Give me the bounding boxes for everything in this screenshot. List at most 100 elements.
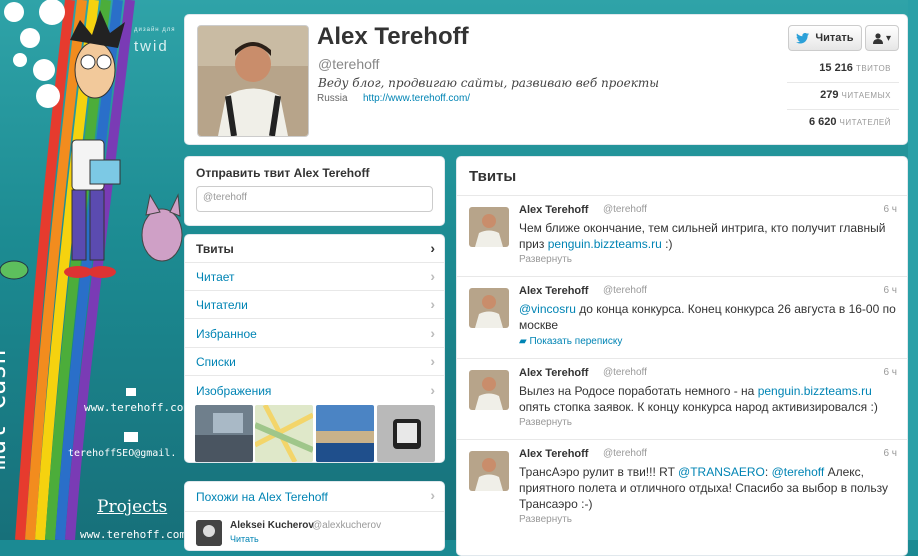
follow-button-label: Читать bbox=[815, 32, 854, 44]
tweets-count: 15 216 bbox=[819, 62, 853, 74]
avatar[interactable] bbox=[469, 207, 509, 247]
followers-count: 6 620 bbox=[808, 116, 837, 128]
tweets-count-label: ТВИТОВ bbox=[855, 64, 891, 73]
profile-card: Alex Terehoff @terehoff Веду блог, продв… bbox=[184, 14, 908, 145]
similar-follow-link[interactable]: Читать bbox=[230, 534, 259, 544]
tweet-timestamp[interactable]: 6 ч bbox=[883, 367, 897, 378]
followers-count-stat[interactable]: 6 620 ЧИТАТЕЛЕЙ bbox=[809, 116, 891, 128]
profile-avatar[interactable] bbox=[197, 25, 309, 137]
background-email: terehoffSEO@gmail. bbox=[68, 448, 177, 459]
tweet[interactable]: Alex Terehoff @terehoff 6 ч @vincosru до… bbox=[457, 277, 907, 359]
nav-item-label: Читатели bbox=[196, 298, 248, 312]
nav-item-label: Читает bbox=[196, 270, 235, 284]
image-thumbnail[interactable] bbox=[195, 405, 253, 462]
tweet-avatar-photo bbox=[469, 207, 509, 247]
tweet-author-name[interactable]: Alex Terehoff bbox=[519, 448, 588, 460]
nav-item-images[interactable]: Изображения › bbox=[185, 377, 444, 405]
nav-item-favorites[interactable]: Избранное › bbox=[185, 320, 444, 348]
stat-divider bbox=[787, 109, 899, 110]
tweet-author-name[interactable]: Alex Terehoff bbox=[519, 204, 588, 216]
profile-url-link[interactable]: http://www.terehoff.com/ bbox=[363, 93, 470, 104]
tweet-link[interactable]: penguin.bizzteams.ru bbox=[548, 237, 662, 251]
chevron-right-icon: › bbox=[430, 240, 435, 256]
nav-item-label: Твиты bbox=[196, 242, 234, 256]
profile-location: Russia bbox=[317, 93, 348, 104]
tweet-author-handle: @terehoff bbox=[603, 367, 647, 378]
nav-item-tweets[interactable]: Твиты › bbox=[185, 235, 444, 263]
show-conversation-link[interactable]: ▰ Показать переписку bbox=[519, 336, 622, 347]
tweet-timestamp[interactable]: 6 ч bbox=[883, 204, 897, 215]
chevron-right-icon: › bbox=[430, 325, 435, 341]
tweet-timestamp[interactable]: 6 ч bbox=[883, 448, 897, 459]
avatar[interactable] bbox=[196, 520, 222, 546]
tweet[interactable]: Alex Terehoff @terehoff 6 ч ТрансАэро ру… bbox=[457, 440, 907, 540]
brand-small-text: дизайн для bbox=[134, 27, 176, 33]
nav-item-lists[interactable]: Списки › bbox=[185, 348, 444, 376]
nav-item-followers[interactable]: Читатели › bbox=[185, 291, 444, 319]
cat-figure bbox=[141, 193, 183, 262]
chevron-right-icon: › bbox=[430, 487, 435, 503]
avatar[interactable] bbox=[469, 370, 509, 410]
tweet-timestamp[interactable]: 6 ч bbox=[883, 285, 897, 296]
profile-bio: Веду блог, продвигаю сайты, развиваю веб… bbox=[318, 76, 660, 90]
similar-user-handle: @alexkucherov bbox=[312, 520, 382, 531]
follow-button[interactable]: Читать bbox=[788, 25, 862, 51]
thumbnail-photo bbox=[195, 405, 253, 462]
similar-user-photo bbox=[196, 520, 222, 546]
tweet-text: Вылез на Родосе поработать немного - на … bbox=[519, 384, 878, 414]
tweet-link[interactable]: penguin.bizzteams.ru bbox=[758, 384, 872, 398]
nav-item-label: Избранное bbox=[196, 327, 257, 341]
compose-title: Отправить твит Alex Terehoff bbox=[196, 166, 370, 180]
tweet-expand-link[interactable]: Развернуть bbox=[519, 417, 572, 428]
tweet-text: ТрансАэро рулит в тви!!! RT @TRANSAERO: … bbox=[519, 465, 888, 511]
user-actions-button[interactable]: ▾ bbox=[865, 25, 899, 51]
profile-name: Alex Terehoff bbox=[317, 23, 469, 50]
similar-user-name[interactable]: Aleksei Kucherov bbox=[230, 520, 314, 531]
chevron-right-icon: › bbox=[430, 353, 435, 369]
compose-tweet-card: Отправить твит Alex Terehoff @terehoff bbox=[184, 156, 445, 226]
tweet-avatar-photo bbox=[469, 288, 509, 328]
tweet-mention-link[interactable]: @TRANSAERO bbox=[678, 465, 765, 479]
followers-count-label: ЧИТАТЕЛЕЙ bbox=[839, 118, 891, 127]
mouse-icon bbox=[0, 260, 29, 280]
tweet-author-name[interactable]: Alex Terehoff bbox=[519, 367, 588, 379]
tweet-mention-link[interactable]: @terehoff bbox=[772, 465, 825, 479]
chevron-right-icon: › bbox=[430, 296, 435, 312]
tweet-author-name[interactable]: Alex Terehoff bbox=[519, 285, 588, 297]
image-thumbnail[interactable] bbox=[377, 405, 435, 462]
chevron-right-icon: › bbox=[430, 268, 435, 284]
thumbnail-map bbox=[255, 405, 313, 462]
nav-item-label: Списки bbox=[196, 355, 236, 369]
tweet-expand-link[interactable]: Развернуть bbox=[519, 254, 572, 265]
tweet-author-handle: @terehoff bbox=[603, 285, 647, 296]
tweet-text: Чем ближе окончание, тем сильней интрига… bbox=[519, 221, 886, 251]
following-count-stat[interactable]: 279 ЧИТАЕМЫХ bbox=[820, 89, 891, 101]
image-thumbnail[interactable] bbox=[255, 405, 313, 462]
timeline-title: Твиты bbox=[469, 168, 517, 185]
page-edge-strip bbox=[908, 0, 918, 540]
profile-handle: @terehoff bbox=[318, 56, 380, 72]
tweets-timeline: Твиты Alex Terehoff @terehoff 6 ч Чем бл… bbox=[456, 156, 908, 556]
similar-users-title[interactable]: Похожи на Alex Terehoff bbox=[196, 490, 328, 504]
similar-users-card: Похожи на Alex Terehoff › Aleksei Kucher… bbox=[184, 481, 445, 551]
background-site-url: www.terehoff.com bbox=[84, 401, 190, 414]
following-count-label: ЧИТАЕМЫХ bbox=[841, 91, 891, 100]
chevron-down-icon: ▾ bbox=[885, 32, 892, 44]
tweet-avatar-photo bbox=[469, 370, 509, 410]
avatar[interactable] bbox=[469, 288, 509, 328]
tweet[interactable]: Alex Terehoff @terehoff 6 ч Чем ближе ок… bbox=[457, 196, 907, 277]
stat-divider bbox=[787, 82, 899, 83]
tweet-avatar-photo bbox=[469, 451, 509, 491]
tweet-expand-link[interactable]: Развернуть bbox=[519, 514, 572, 525]
image-thumbnail[interactable] bbox=[316, 405, 374, 462]
avatar[interactable] bbox=[469, 451, 509, 491]
nav-item-following[interactable]: Читает › bbox=[185, 263, 444, 291]
cloud-circles bbox=[4, 0, 65, 108]
compose-tweet-input[interactable]: @terehoff bbox=[196, 186, 433, 212]
tweet-mention-link[interactable]: @vincosru bbox=[519, 302, 576, 316]
tweet-author-handle: @terehoff bbox=[603, 448, 647, 459]
user-icon bbox=[872, 32, 883, 44]
tweet[interactable]: Alex Terehoff @terehoff 6 ч Вылез на Род… bbox=[457, 359, 907, 440]
tweets-count-stat[interactable]: 15 216 ТВИТОВ bbox=[819, 62, 891, 74]
divider bbox=[185, 511, 444, 512]
